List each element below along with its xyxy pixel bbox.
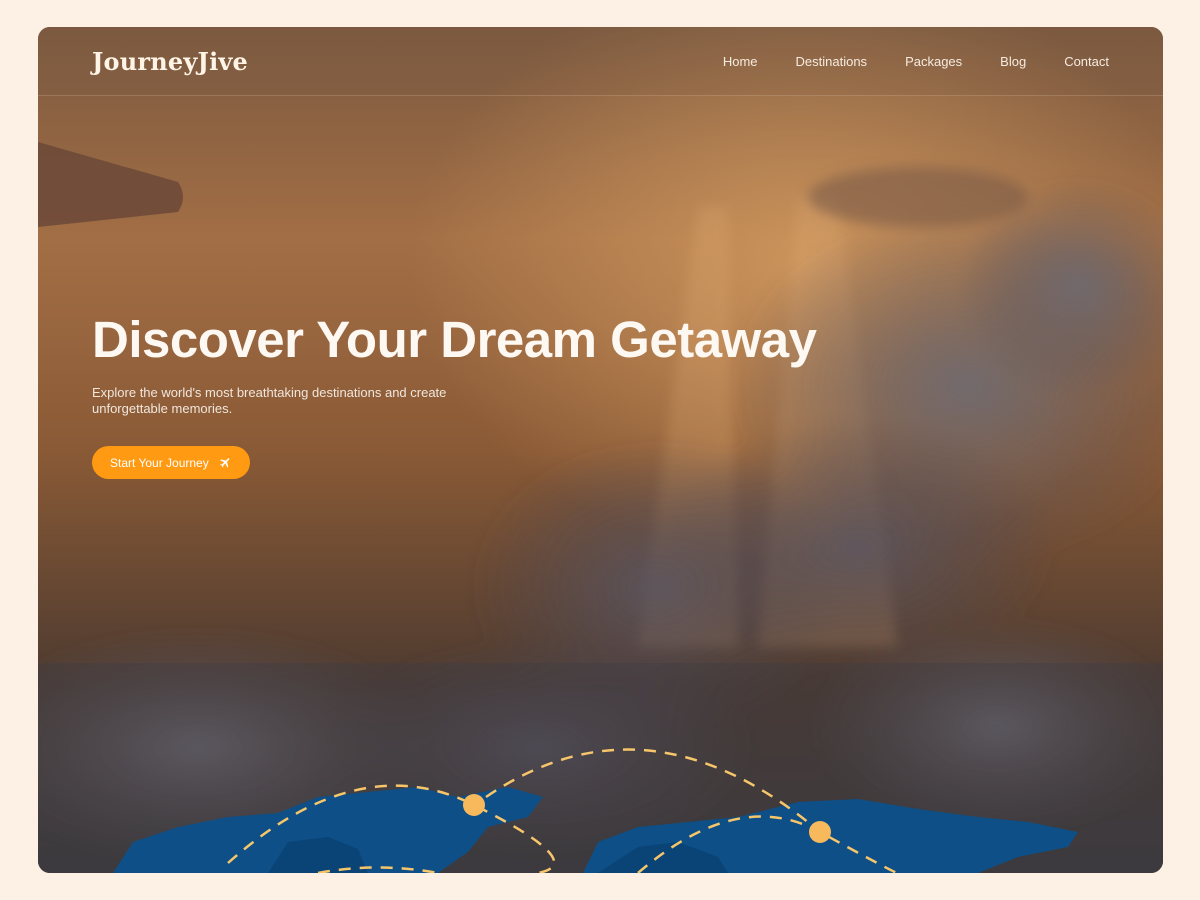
nav-link-destinations[interactable]: Destinations	[796, 54, 868, 69]
nav-link-contact[interactable]: Contact	[1064, 54, 1109, 69]
nav-link-home[interactable]: Home	[723, 54, 758, 69]
nav-link-blog[interactable]: Blog	[1000, 54, 1026, 69]
app-frame: JourneyJive Home Destinations Packages B…	[38, 27, 1163, 873]
start-journey-button[interactable]: Start Your Journey	[92, 446, 250, 480]
brand-logo[interactable]: JourneyJive	[92, 47, 248, 76]
map-marker-2	[809, 821, 831, 843]
main-nav: Home Destinations Packages Blog Contact	[723, 54, 1109, 69]
hero-title: Discover Your Dream Getaway	[92, 311, 817, 368]
top-navbar: JourneyJive Home Destinations Packages B…	[38, 27, 1163, 96]
airplane-icon	[219, 456, 232, 469]
start-journey-label: Start Your Journey	[110, 455, 209, 470]
hero-subtitle: Explore the world's most breathtaking de…	[92, 385, 447, 416]
map-marker-1	[463, 794, 485, 816]
hero-section: Discover Your Dream Getaway Explore the …	[92, 311, 852, 480]
nav-link-packages[interactable]: Packages	[905, 54, 962, 69]
